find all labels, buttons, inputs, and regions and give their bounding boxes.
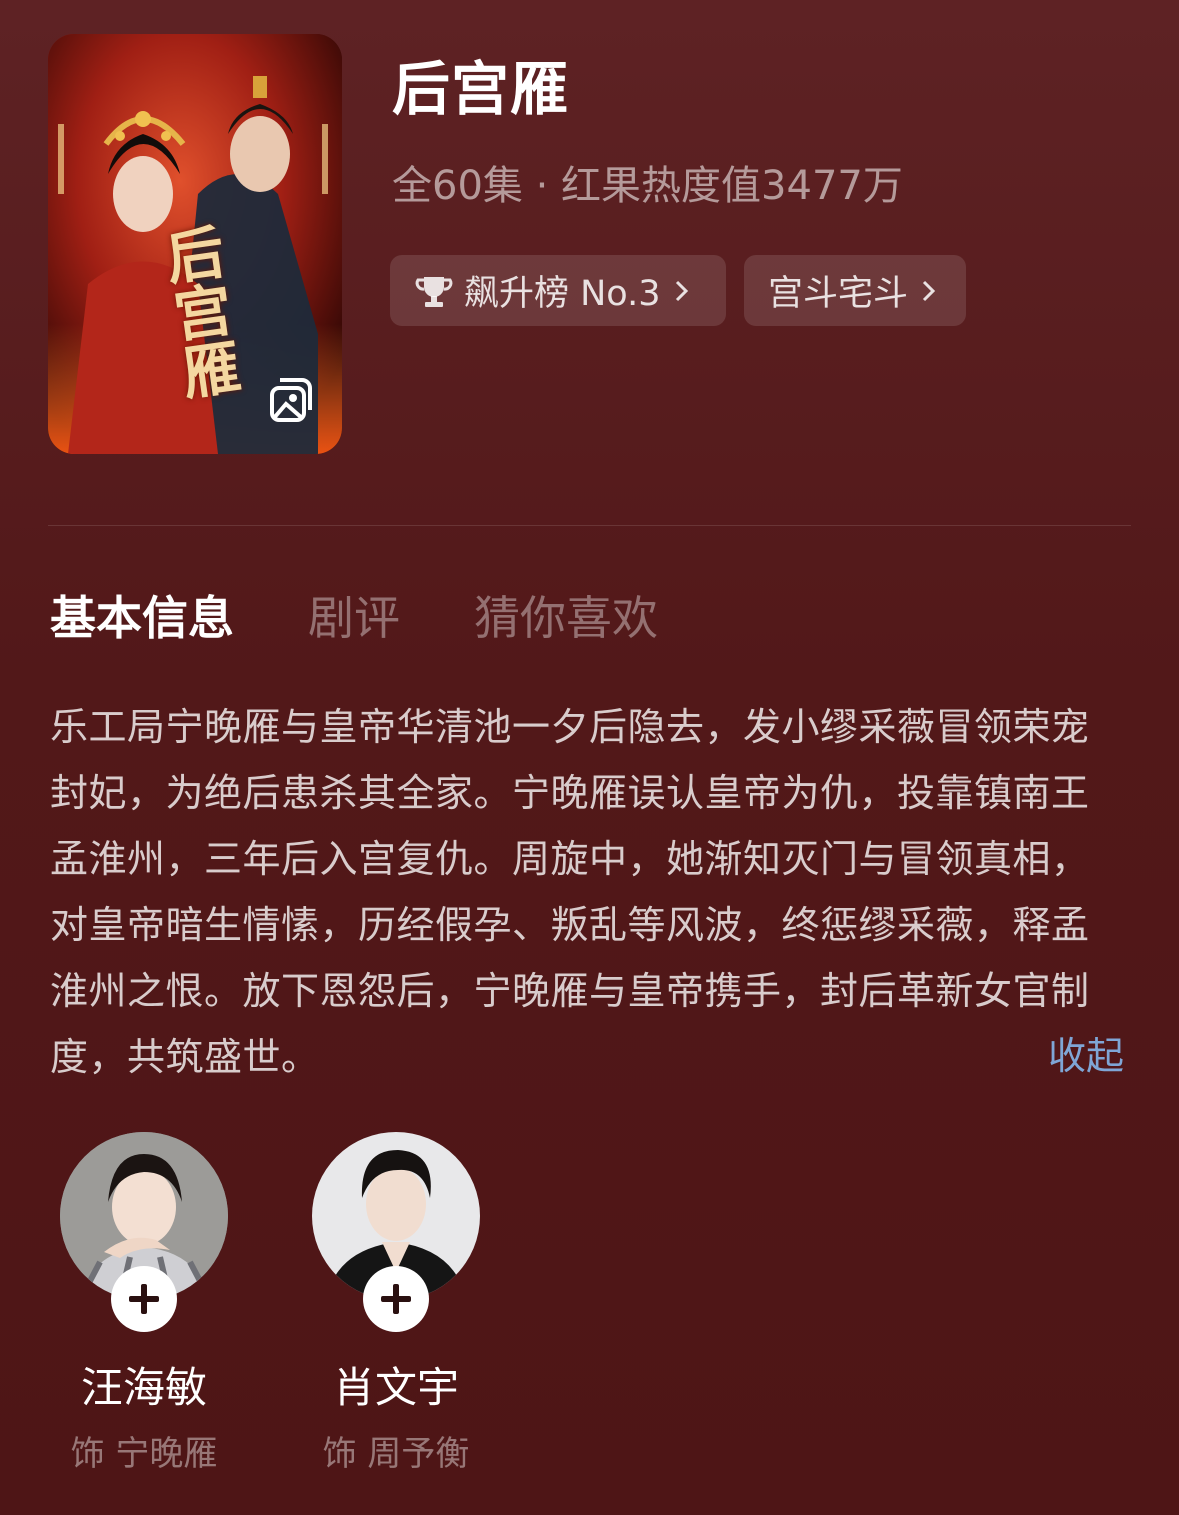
cast-role: 饰 宁晚雁 — [70, 1434, 218, 1474]
cast-name: 汪海敏 — [80, 1363, 207, 1412]
follow-button[interactable] — [363, 1266, 429, 1332]
gallery-icon[interactable] — [262, 374, 316, 428]
chevron-right-icon — [922, 280, 936, 301]
plus-icon — [129, 1284, 159, 1314]
tab-reviews[interactable]: 剧评 — [308, 582, 400, 648]
plus-icon — [381, 1284, 411, 1314]
tab-bar: 基本信息 剧评 猜你喜欢 — [50, 582, 732, 648]
cast-name: 肖文宇 — [332, 1363, 459, 1412]
rank-chip-label: 飙升榜 No.3 — [464, 274, 661, 314]
cast-card[interactable]: 肖文宇 饰 周予衡 — [311, 1132, 481, 1474]
rank-chip[interactable]: 飙升榜 No.3 — [390, 255, 726, 326]
genre-chip[interactable]: 宫斗宅斗 — [744, 255, 966, 326]
tab-recommendations[interactable]: 猜你喜欢 — [474, 582, 658, 648]
show-title: 后宫雁 — [392, 55, 570, 123]
follow-button[interactable] — [111, 1266, 177, 1332]
cast-role: 饰 周予衡 — [322, 1434, 470, 1474]
show-meta: 全60集 · 红果热度值3477万 — [392, 163, 903, 209]
section-divider — [48, 525, 1131, 526]
synopsis-text: 乐工局宁晚雁与皇帝华清池一夕后隐去，发小缪采薇冒领荣宠封妃，为绝后患杀其全家。宁… — [50, 705, 1090, 1079]
tab-basic-info[interactable]: 基本信息 — [50, 582, 234, 648]
chevron-right-icon — [675, 280, 688, 301]
genre-chip-label: 宫斗宅斗 — [768, 274, 909, 314]
poster-image[interactable]: 后宫雁 — [48, 34, 342, 454]
trophy-icon — [415, 276, 453, 307]
cast-card[interactable]: 汪海敏 饰 宁晚雁 — [59, 1132, 229, 1474]
collapse-link[interactable]: 收起 — [1048, 1023, 1124, 1089]
